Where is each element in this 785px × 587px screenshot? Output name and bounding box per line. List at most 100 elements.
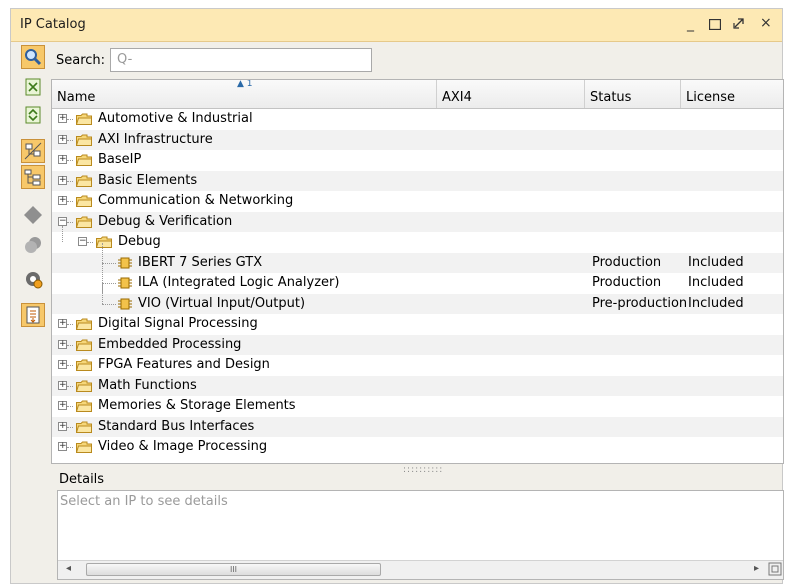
row-name: ILA (Integrated Logic Analyzer) <box>138 275 340 290</box>
expand-toggle-icon[interactable]: + <box>58 401 67 410</box>
search-bar: Search: Q- <box>51 45 776 77</box>
maximize-icon[interactable] <box>708 18 722 34</box>
category-row[interactable]: + Video & Image Processing <box>52 437 783 458</box>
scroll-thumb[interactable]: III <box>86 563 381 576</box>
folder-icon <box>75 195 92 207</box>
expand-toggle-icon[interactable]: + <box>58 319 67 328</box>
folder-icon <box>75 154 92 166</box>
ip-row[interactable]: ILA (Integrated Logic Analyzer) Productio… <box>52 263 783 294</box>
category-row[interactable]: + Standard Bus Interfaces <box>52 416 783 437</box>
report-button[interactable] <box>21 303 45 327</box>
row-name: Debug & Verification <box>98 213 233 229</box>
scroll-right-icon[interactable]: ▸ <box>754 563 759 574</box>
row-name: Basic Elements <box>98 172 198 188</box>
gray-diamond-icon <box>24 206 42 224</box>
category-row[interactable]: + Embedded Processing <box>52 334 783 355</box>
expand-toggle-icon[interactable]: + <box>58 380 67 390</box>
table-header: ▲ 1 Name AXI4 Status License <box>52 80 783 109</box>
toggle-view-button[interactable] <box>21 139 45 163</box>
category-row[interactable]: + Communication & Networking <box>52 191 783 212</box>
row-name: AXI Infrastructure <box>98 131 213 147</box>
row-name: FPGA Features and Design <box>98 357 270 372</box>
row-status: Production <box>592 275 662 290</box>
search-button[interactable] <box>21 45 45 69</box>
ip-core-icon <box>118 277 132 289</box>
collapse-toggle-icon[interactable]: − <box>58 216 67 226</box>
ip-catalog-window: IP Catalog _ × Search: Q- ▲ 1 Name AXI4 … <box>10 8 784 584</box>
expand-all-button[interactable] <box>21 103 45 127</box>
repository-button[interactable] <box>21 233 45 257</box>
folder-icon <box>75 318 92 330</box>
ip-button[interactable] <box>21 203 45 227</box>
row-name: Math Functions <box>98 377 197 393</box>
category-row[interactable]: − Debug <box>52 226 783 253</box>
category-row[interactable]: + Digital Signal Processing <box>52 314 783 335</box>
folder-icon <box>75 216 92 228</box>
column-header-license[interactable]: License <box>681 80 783 108</box>
row-license: Included <box>688 295 744 311</box>
magnifier-icon <box>25 49 42 66</box>
ip-core-icon <box>118 257 132 269</box>
category-row[interactable]: + AXI Infrastructure <box>52 129 783 150</box>
restore-icon[interactable] <box>733 17 745 33</box>
details-panel: Select an IP to see details ◂ III ▸ <box>57 490 784 580</box>
gear-icon <box>26 272 43 289</box>
document-icon <box>26 306 40 324</box>
tree-view-icon <box>24 142 42 160</box>
row-name: Standard Bus Interfaces <box>98 418 255 434</box>
group-by-button[interactable] <box>21 165 45 189</box>
category-row[interactable]: + Automotive & Industrial <box>52 109 783 130</box>
expand-all-icon <box>25 106 41 124</box>
category-row[interactable]: − Debug & Verification <box>52 211 783 232</box>
settings-button[interactable] <box>21 267 45 291</box>
column-header-name[interactable]: ▲ 1 Name <box>52 80 437 108</box>
folder-icon <box>75 421 92 433</box>
category-row[interactable]: + Basic Elements <box>52 170 783 191</box>
ip-row[interactable]: VIO (Virtual Input/Output) Pre-production… <box>52 283 783 314</box>
expand-toggle-icon[interactable]: + <box>58 196 67 205</box>
category-row[interactable]: + BaseIP <box>52 150 783 171</box>
expand-toggle-icon[interactable]: + <box>58 339 67 349</box>
horizontal-scrollbar[interactable]: ◂ III ▸ <box>58 560 783 579</box>
ip-row[interactable]: IBERT 7 Series GTX Production Included <box>52 242 783 273</box>
row-name: IBERT 7 Series GTX <box>138 254 263 270</box>
expand-toggle-icon[interactable]: + <box>58 175 67 185</box>
collapse-all-icon <box>25 78 41 96</box>
expand-toggle-icon[interactable]: + <box>58 360 67 369</box>
row-name: Embedded Processing <box>98 336 242 352</box>
column-header-status[interactable]: Status <box>585 80 681 108</box>
expand-toggle-icon[interactable]: + <box>58 442 67 451</box>
search-input[interactable]: Q- <box>110 48 372 72</box>
category-row[interactable]: + Math Functions <box>52 375 783 396</box>
category-row[interactable]: + FPGA Features and Design <box>52 355 783 376</box>
row-name: Communication & Networking <box>98 193 294 208</box>
folder-icon <box>75 359 92 371</box>
expand-toggle-icon[interactable]: + <box>58 155 67 164</box>
table-body: + Automotive & Industrial + AXI Infrastruct… <box>52 109 783 458</box>
ip-table: ▲ 1 Name AXI4 Status License + Automotive… <box>51 79 784 464</box>
row-name: Digital Signal Processing <box>98 316 258 331</box>
folder-icon <box>75 134 92 146</box>
folder-icon <box>75 113 92 125</box>
expand-toggle-icon[interactable]: + <box>58 134 67 144</box>
folder-icon <box>75 339 92 351</box>
window-title: IP Catalog <box>20 17 86 32</box>
row-status: Production <box>592 254 662 270</box>
close-icon[interactable]: × <box>760 15 772 31</box>
folder-icon <box>95 236 112 248</box>
folder-icon <box>75 441 92 453</box>
title-bar[interactable]: IP Catalog _ × <box>11 9 782 42</box>
collapse-all-button[interactable] <box>21 75 45 99</box>
row-name: Automotive & Industrial <box>98 111 253 126</box>
scroll-left-icon[interactable]: ◂ <box>66 563 71 574</box>
row-name: Memories & Storage Elements <box>98 398 296 413</box>
collapse-toggle-icon[interactable]: − <box>78 237 87 246</box>
ip-core-icon <box>118 298 132 310</box>
row-name: BaseIP <box>98 152 142 167</box>
expand-toggle-icon[interactable]: + <box>58 421 67 431</box>
minimize-icon[interactable]: _ <box>687 16 694 32</box>
category-row[interactable]: + Memories & Storage Elements <box>52 396 783 417</box>
splitter-handle[interactable]: :::::::::: <box>51 465 784 475</box>
column-header-axi4[interactable]: AXI4 <box>437 80 585 108</box>
expand-toggle-icon[interactable]: + <box>58 114 67 123</box>
